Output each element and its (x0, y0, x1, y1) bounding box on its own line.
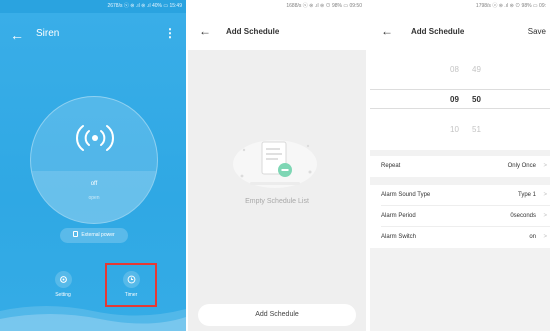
empty-document-icon (233, 140, 317, 188)
chevron-right-icon: > (543, 213, 547, 219)
siren-substate-text: open (88, 195, 100, 201)
alarm-switch-setting[interactable]: Alarm Switch on > (370, 227, 550, 248)
chevron-right-icon: > (543, 234, 547, 240)
alarm-sound-type-setting[interactable]: Alarm Sound Type Type 1 > (370, 185, 550, 206)
status-bar: 2678/s ⓥ ⊜ .ıl ⊜ .ıl 40% ▭ 15:49 (0, 0, 186, 13)
plug-icon (73, 231, 79, 237)
minute-value: 50 (472, 95, 481, 104)
back-arrow-icon[interactable]: ← (10, 27, 24, 43)
empty-state-text: Empty Schedule List (245, 198, 309, 205)
minute-value: 49 (472, 65, 481, 74)
siren-screen: 2678/s ⓥ ⊜ .ıl ⊜ .ıl 40% ▭ 15:49 ← Siren… (0, 0, 186, 331)
add-schedule-button[interactable]: Add Schedule (198, 304, 356, 326)
setting-value: Only Once (507, 163, 536, 169)
back-arrow-icon[interactable]: ← (381, 24, 393, 38)
time-picker[interactable]: 08 49 09 50 10 51 (370, 50, 550, 150)
setting-value: 0seconds (510, 213, 536, 219)
time-picker-row[interactable]: 08 49 (370, 60, 550, 80)
setting-label: Alarm Period (381, 213, 416, 219)
siren-app-bar: ← Siren ⋮ (0, 13, 186, 57)
setting-label: Alarm Sound Type (381, 192, 431, 198)
hour-value: 10 (450, 125, 459, 134)
siren-status-ring[interactable]: off open (30, 96, 158, 224)
alarm-waves-icon (76, 125, 114, 151)
setting-label: Alarm Switch (381, 234, 417, 240)
save-button[interactable]: Save (528, 27, 546, 36)
chevron-right-icon: > (543, 192, 547, 198)
hour-value: 09 (450, 95, 459, 104)
back-arrow-icon[interactable]: ← (199, 24, 211, 38)
page-title: Siren (36, 28, 60, 39)
time-picker-selected-row[interactable]: 09 50 (370, 89, 550, 109)
status-bar: 1688/s ⓥ ⊜ .ıl ⊜ ⊙ 98% ▭ 09:50 (188, 0, 366, 13)
decorative-wave (0, 306, 186, 331)
setting-value: on (529, 234, 536, 240)
gear-icon (54, 271, 72, 288)
power-source-label: External power (81, 232, 115, 238)
time-picker-row[interactable]: 10 51 (370, 120, 550, 140)
page-title: Add Schedule (226, 27, 280, 36)
status-bar: 1798/s ⓥ ⊜ .ıl ⊜ ⊙ 98% ▭ 09: (370, 0, 550, 13)
alarm-period-setting[interactable]: Alarm Period 0seconds > (370, 206, 550, 227)
chevron-right-icon: > (543, 163, 547, 169)
siren-state-text: off (90, 181, 98, 187)
page-title: Add Schedule (411, 27, 465, 36)
repeat-setting[interactable]: Repeat Only Once > (370, 156, 550, 177)
power-source-pill: External power (60, 228, 128, 243)
add-schedule-screen: 1798/s ⓥ ⊜ .ıl ⊜ ⊙ 98% ▭ 09: ← Add Sched… (370, 0, 550, 331)
hour-value: 08 (450, 65, 459, 74)
setting-value: Type 1 (517, 192, 536, 198)
setting-label: Repeat (381, 163, 401, 169)
schedule-app-bar: ← Add Schedule (188, 13, 366, 50)
minute-value: 51 (472, 125, 481, 134)
schedule-list-screen: 1688/s ⓥ ⊜ .ıl ⊜ ⊙ 98% ▭ 09:50 ← Add Sch… (188, 0, 366, 331)
add-schedule-app-bar: ← Add Schedule Save (370, 13, 550, 50)
more-vert-icon[interactable]: ⋮ (164, 26, 176, 40)
setting-button[interactable]: Setting (43, 271, 83, 298)
